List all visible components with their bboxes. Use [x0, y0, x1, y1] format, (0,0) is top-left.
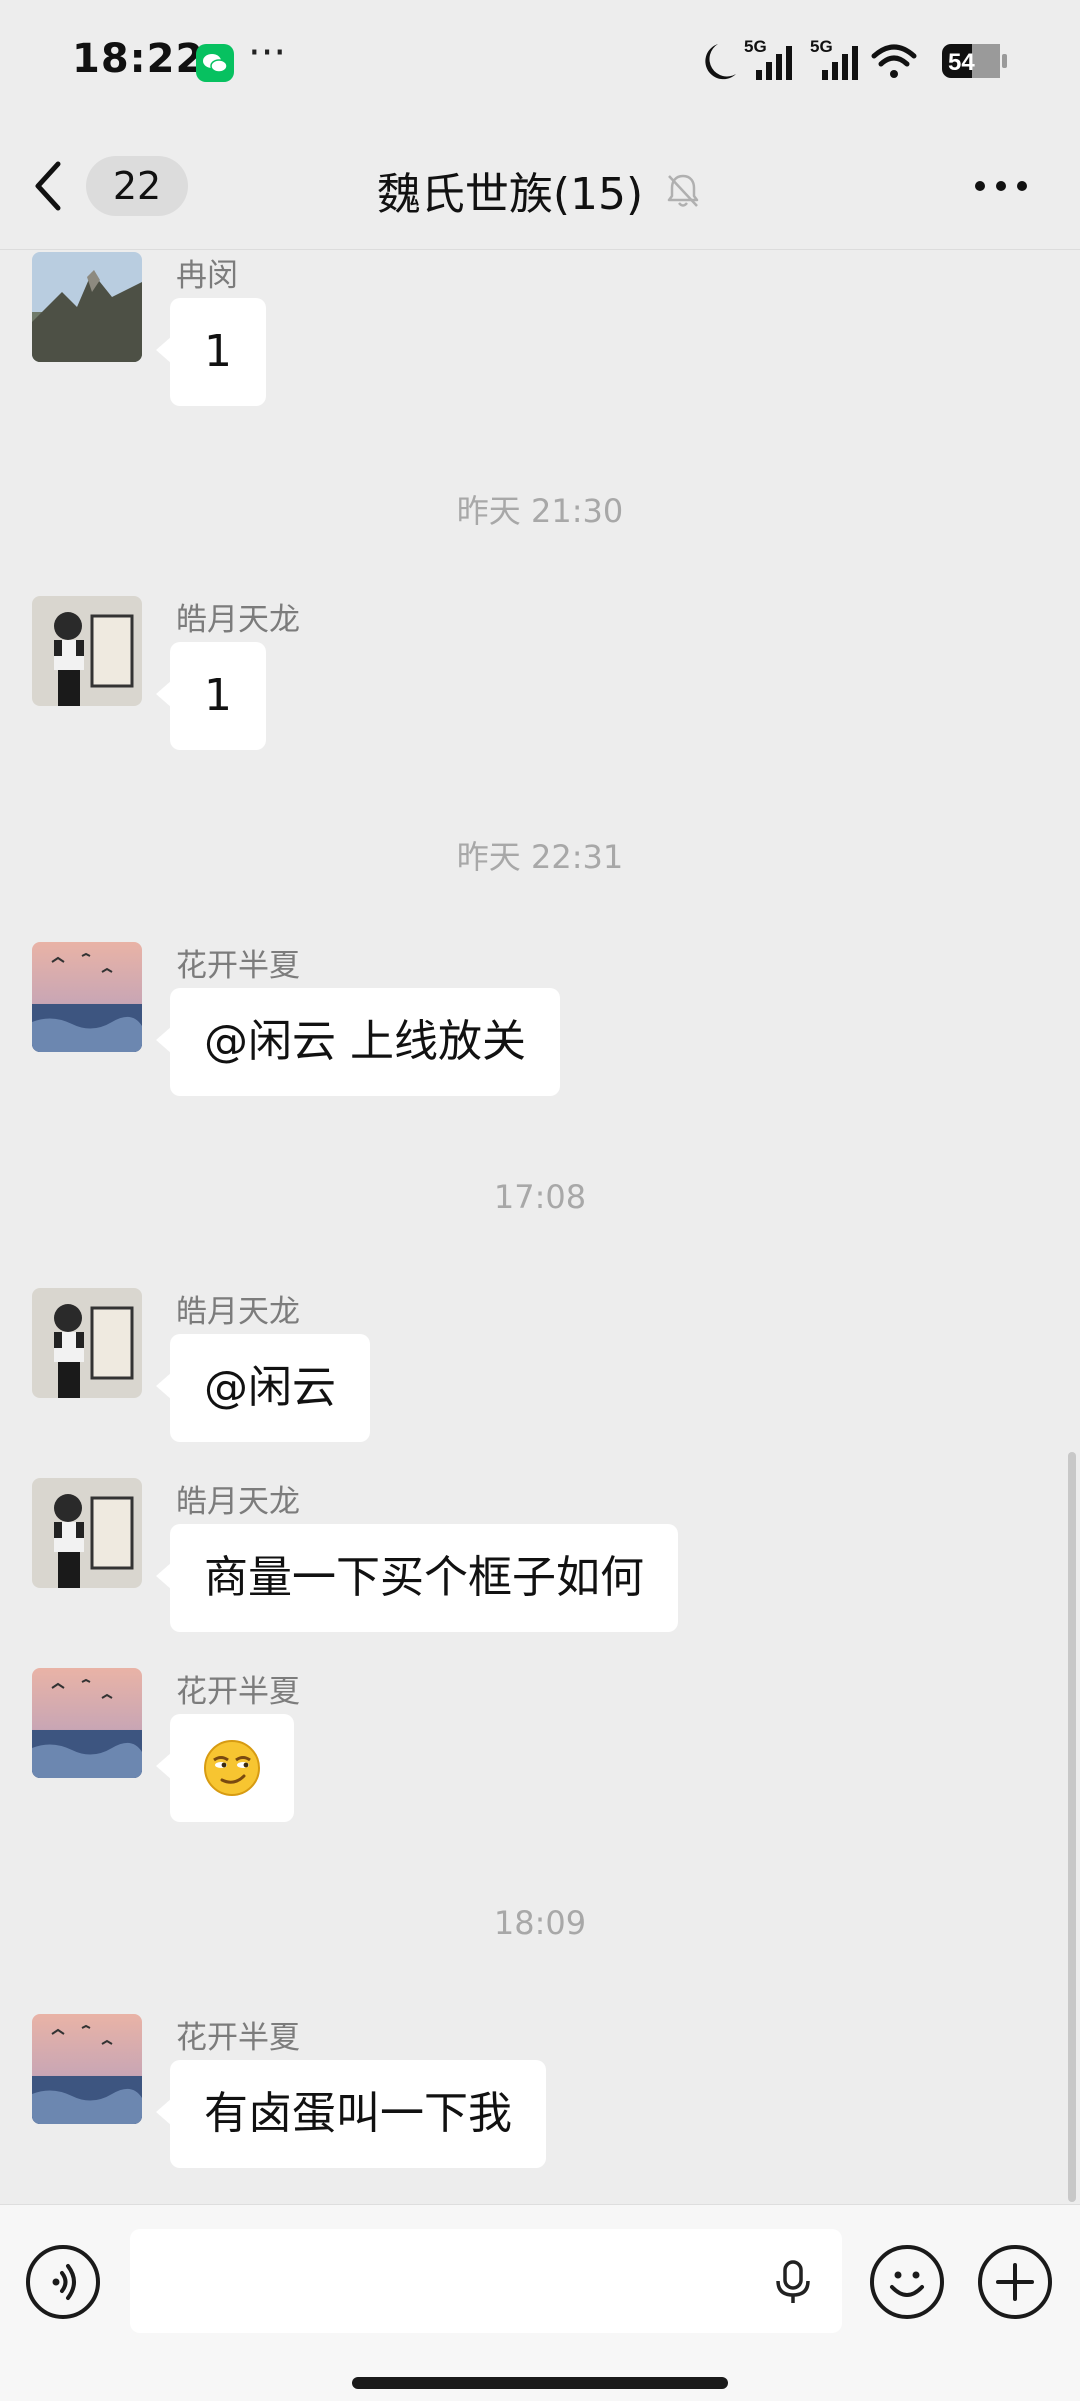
more-dots-icon — [975, 181, 1027, 191]
mic-button[interactable] — [768, 2257, 818, 2307]
avatar-boy[interactable] — [32, 1288, 142, 1398]
voice-mode-button[interactable] — [26, 2245, 100, 2319]
home-indicator[interactable] — [352, 2377, 728, 2389]
sender-name: 花开半夏 — [176, 2020, 300, 2056]
sender-name: 花开半夏 — [176, 948, 300, 984]
muted-bell-icon — [667, 174, 699, 207]
avatar-boy[interactable] — [32, 596, 142, 706]
time-separator: 昨天 21:30 — [456, 492, 624, 530]
chat-title: 魏氏世族(15) — [376, 169, 644, 220]
avatar-sunset-sea[interactable] — [32, 2014, 142, 2124]
more-functions-button[interactable] — [978, 2245, 1052, 2319]
time-separator: 17:08 — [493, 1178, 587, 1216]
voice-wave-icon — [52, 2264, 76, 2300]
do-not-disturb-moon-icon — [705, 44, 736, 80]
status-bar: 18:22 ··· 5G 5G 54 — [0, 0, 1080, 120]
message-bubble[interactable]: 1 — [156, 298, 266, 406]
signal-5g-icon-2: 5G — [810, 37, 858, 80]
message-bubble[interactable]: 有卤蛋叫一下我 — [156, 2060, 546, 2168]
signal-5g-icon: 5G — [744, 37, 792, 80]
more-options-button[interactable] — [966, 158, 1036, 214]
chat-header: 22 魏氏世族(15) — [0, 120, 1080, 250]
message-bubble[interactable]: 1 — [156, 642, 266, 750]
avatar-boy[interactable] — [32, 1478, 142, 1588]
time-separator: 18:09 — [493, 1904, 587, 1942]
svg-text:5G: 5G — [810, 37, 833, 56]
avatar-mountain[interactable] — [32, 252, 142, 362]
time-separator: 昨天 22:31 — [456, 838, 624, 876]
message-input[interactable] — [130, 2229, 842, 2333]
avatar-sunset-sea[interactable] — [32, 942, 142, 1052]
wechat-notification-icon — [196, 44, 234, 82]
message-bubble[interactable]: @闲云 — [156, 1334, 370, 1442]
microphone-icon — [776, 2260, 810, 2303]
smiley-icon — [890, 2271, 924, 2297]
sender-name: 皓月天龙 — [176, 1294, 300, 1330]
battery-level: 54 — [948, 49, 975, 76]
battery-icon: 54 — [942, 44, 1007, 78]
sender-name: 皓月天龙 — [176, 602, 300, 638]
sender-name: 冉闵 — [176, 258, 238, 294]
message-bubble[interactable]: 商量一下买个框子如何 — [156, 1524, 678, 1632]
scrollbar[interactable] — [1068, 1452, 1076, 2202]
sender-name: 花开半夏 — [176, 1674, 300, 1710]
svg-text:5G: 5G — [744, 37, 767, 56]
message-list[interactable]: 冉闵 1 昨天 21:30 皓月天龙 1 昨天 22:31 花开半夏 @闲云 上… — [0, 250, 1080, 2203]
status-icons: 5G 5G 54 — [705, 37, 1007, 80]
plus-icon — [996, 2263, 1034, 2301]
status-more-icon: ··· — [248, 30, 287, 76]
avatar-sunset-sea[interactable] — [32, 1668, 142, 1778]
smirk-emoji-icon — [204, 1740, 260, 1796]
message-bubble[interactable]: @闲云 上线放关 — [156, 988, 560, 1096]
wifi-icon — [871, 44, 917, 78]
sender-name: 皓月天龙 — [176, 1484, 300, 1520]
emoji-button[interactable] — [870, 2245, 944, 2319]
input-bar — [0, 2204, 1080, 2401]
status-time: 18:22 — [72, 36, 205, 82]
message-bubble-emoji[interactable] — [156, 1714, 294, 1822]
chat-screen: 18:22 ··· 5G 5G 54 22 魏氏世族(15) 冉闵 1 昨天 2… — [0, 0, 1080, 2401]
